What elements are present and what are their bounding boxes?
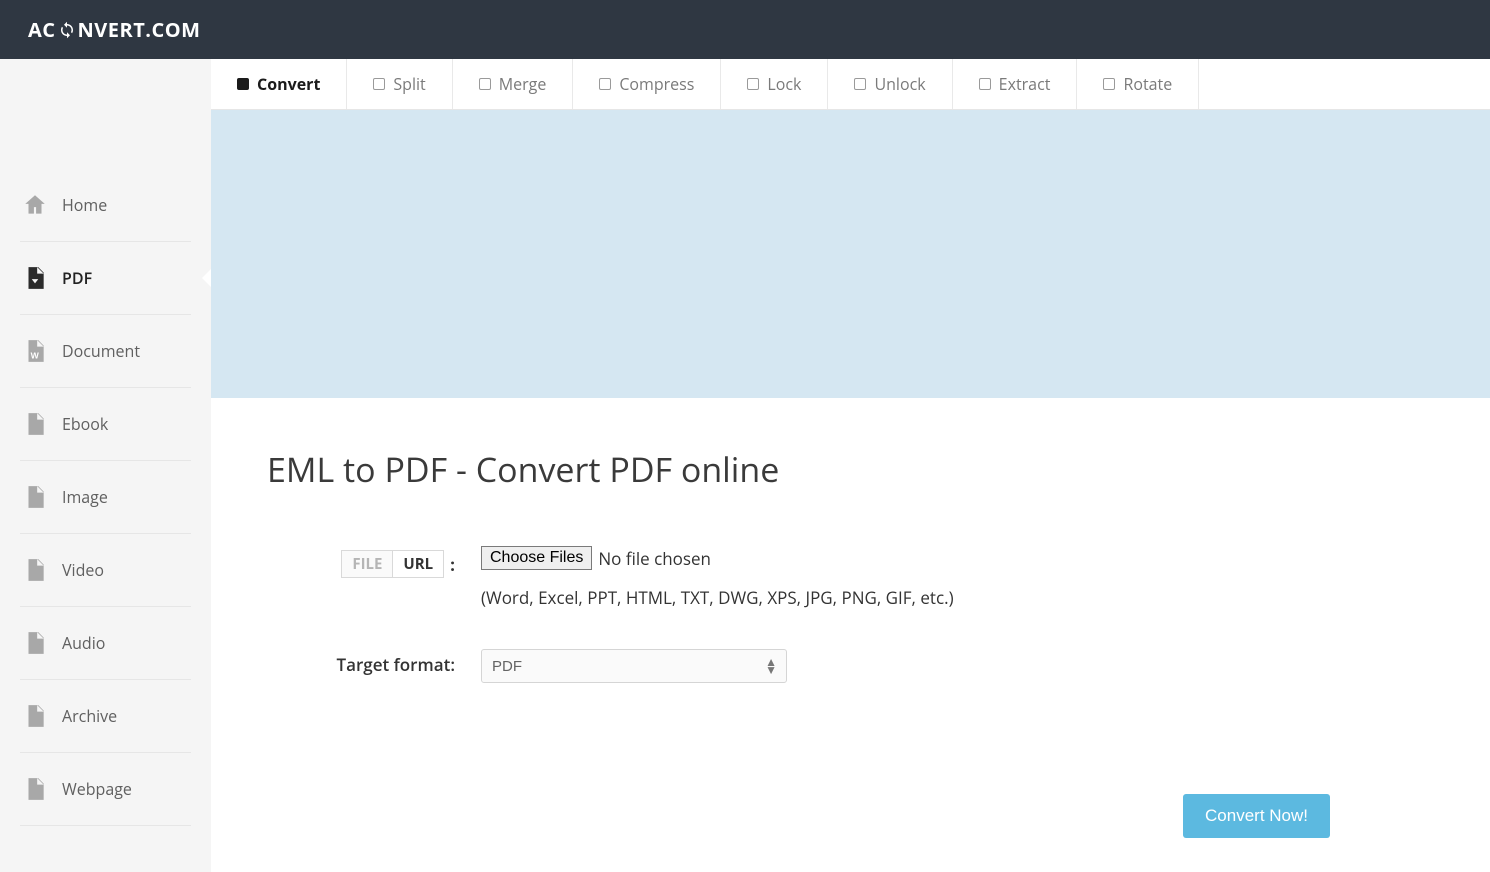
checkbox-icon xyxy=(373,78,385,90)
page-title: EML to PDF - Convert PDF online xyxy=(267,446,1434,492)
content: EML to PDF - Convert PDF online FILE URL… xyxy=(211,398,1490,683)
sidebar-item-label: PDF xyxy=(62,267,92,289)
svg-text:W: W xyxy=(31,351,40,361)
sidebar-item-image[interactable]: Image xyxy=(20,461,191,534)
tab-extract[interactable]: Extract xyxy=(953,59,1078,109)
tab-label: Lock xyxy=(767,73,801,95)
sidebar-item-label: Video xyxy=(62,559,104,581)
sidebar-item-home[interactable]: Home xyxy=(20,169,191,242)
tab-unlock[interactable]: Unlock xyxy=(828,59,952,109)
logo-text-post: NVERT.COM xyxy=(78,16,201,43)
row-target-format: Target format: PDF ▲▼ xyxy=(267,649,1434,683)
source-label-col: FILE URL : xyxy=(267,546,481,578)
tab-merge[interactable]: Merge xyxy=(453,59,574,109)
tab-label: Convert xyxy=(257,73,320,95)
sidebar-item-video[interactable]: Video xyxy=(20,534,191,607)
refresh-icon xyxy=(58,21,76,39)
convert-now-button[interactable]: Convert Now! xyxy=(1183,794,1330,838)
source-tab-url[interactable]: URL xyxy=(392,550,444,578)
sidebar-item-webpage[interactable]: Webpage xyxy=(20,753,191,826)
source-label-sep: : xyxy=(450,553,455,576)
sidebar-item-label: Document xyxy=(62,340,140,362)
tab-split[interactable]: Split xyxy=(347,59,452,109)
sidebar-item-ebook[interactable]: Ebook xyxy=(20,388,191,461)
sidebar-item-label: Image xyxy=(62,486,108,508)
pdf-icon xyxy=(20,265,50,291)
logo-text-pre: AC xyxy=(28,16,56,43)
ad-placeholder xyxy=(211,110,1490,398)
row-source: FILE URL : Choose Files No file chosen (… xyxy=(267,546,1434,609)
tab-label: Merge xyxy=(499,73,547,95)
action-tabs: Convert Split Merge Compress Lock Unlock Extra… xyxy=(211,59,1490,110)
document-icon: W xyxy=(20,338,50,364)
ebook-icon xyxy=(20,411,50,437)
tab-lock[interactable]: Lock xyxy=(721,59,828,109)
sidebar-item-label: Webpage xyxy=(62,778,132,800)
choose-files-button[interactable]: Choose Files xyxy=(481,546,592,570)
sidebar-item-label: Home xyxy=(62,194,107,216)
target-format-select[interactable]: PDF xyxy=(481,649,787,683)
tab-rotate[interactable]: Rotate xyxy=(1077,59,1199,109)
tab-compress[interactable]: Compress xyxy=(573,59,721,109)
tab-label: Rotate xyxy=(1123,73,1172,95)
tab-label: Unlock xyxy=(874,73,925,95)
source-tab-file[interactable]: FILE xyxy=(341,550,393,578)
file-picker: Choose Files No file chosen xyxy=(481,546,954,570)
sidebar-item-archive[interactable]: Archive xyxy=(20,680,191,753)
sidebar-item-audio[interactable]: Audio xyxy=(20,607,191,680)
tab-label: Extract xyxy=(999,73,1051,95)
audio-icon xyxy=(20,630,50,656)
checkbox-icon xyxy=(1103,78,1115,90)
sidebar-item-document[interactable]: W Document xyxy=(20,315,191,388)
sidebar-item-label: Archive xyxy=(62,705,117,727)
video-icon xyxy=(20,557,50,583)
file-types-hint: (Word, Excel, PPT, HTML, TXT, DWG, XPS, … xyxy=(481,586,954,609)
target-format-value-col: PDF ▲▼ xyxy=(481,649,787,683)
image-icon xyxy=(20,484,50,510)
site-logo[interactable]: AC NVERT.COM xyxy=(28,16,201,43)
checkbox-icon xyxy=(747,78,759,90)
checkbox-icon xyxy=(979,78,991,90)
source-value-col: Choose Files No file chosen (Word, Excel… xyxy=(481,546,954,609)
tab-convert[interactable]: Convert xyxy=(211,59,347,109)
tab-label: Split xyxy=(393,73,425,95)
checkbox-icon xyxy=(479,78,491,90)
archive-icon xyxy=(20,703,50,729)
main: Convert Split Merge Compress Lock Unlock Extra… xyxy=(211,59,1490,872)
tab-label: Compress xyxy=(619,73,694,95)
checkbox-icon xyxy=(599,78,611,90)
sidebar: Home PDF W Document Ebook Image Video Audio Arch… xyxy=(0,59,211,872)
checkbox-icon xyxy=(237,78,249,90)
no-file-chosen-text: No file chosen xyxy=(598,547,711,570)
sidebar-item-label: Ebook xyxy=(62,413,108,435)
sidebar-item-pdf[interactable]: PDF xyxy=(20,242,191,315)
target-format-label: Target format: xyxy=(267,649,481,676)
checkbox-icon xyxy=(854,78,866,90)
sidebar-item-label: Audio xyxy=(62,632,105,654)
topbar: AC NVERT.COM xyxy=(0,0,1490,59)
home-icon xyxy=(20,192,50,218)
webpage-icon xyxy=(20,776,50,802)
